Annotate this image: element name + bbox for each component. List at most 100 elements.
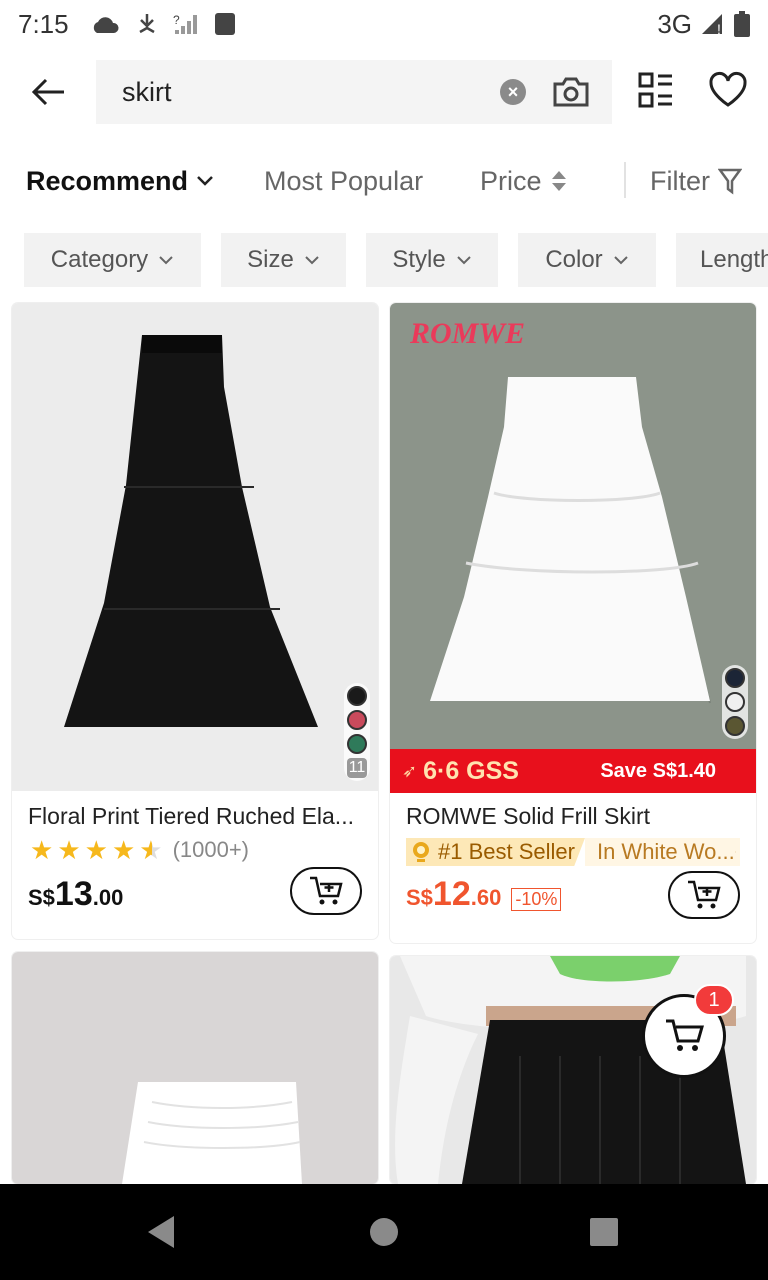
signal-icon: ! xyxy=(702,14,722,36)
signal-unknown-icon: ? xyxy=(173,13,197,34)
price-int: 12 xyxy=(432,875,471,913)
promo-banner: ➶ 6·6 GSS Save S$1.40 xyxy=(390,749,756,793)
list-view-icon[interactable] xyxy=(638,70,674,110)
swatch[interactable] xyxy=(347,734,367,754)
search-query[interactable]: skirt xyxy=(122,77,500,108)
sort-arrows-icon xyxy=(551,171,566,191)
system-nav-bar xyxy=(0,1184,768,1280)
swatch[interactable] xyxy=(725,668,745,688)
sort-bar: Recommend Most Popular Price Filter xyxy=(0,150,768,212)
swatch[interactable] xyxy=(725,692,745,712)
skirt-image xyxy=(430,377,711,704)
swatch[interactable] xyxy=(725,716,745,736)
trophy-icon xyxy=(413,842,429,862)
chevron-down-icon xyxy=(456,256,471,265)
search-header: skirt × xyxy=(0,56,768,128)
sim-card-icon xyxy=(214,13,235,35)
half-star-icon: ★ xyxy=(139,835,163,865)
nav-home-icon[interactable] xyxy=(368,1216,400,1248)
nav-back-icon[interactable] xyxy=(144,1214,178,1250)
product-title[interactable]: ROMWE Solid Frill Skirt xyxy=(406,803,742,830)
clear-search-button[interactable]: × xyxy=(500,79,526,105)
star-icon: ★ xyxy=(30,835,54,865)
add-to-cart-button[interactable] xyxy=(290,867,362,915)
status-bar: 7:15 ? 3G ! xyxy=(0,0,768,48)
filter-button[interactable]: Filter xyxy=(650,166,742,197)
chevron-down-icon xyxy=(305,256,319,265)
best-seller-badge[interactable]: #1 Best Seller In White Wo... xyxy=(406,837,740,867)
skirt-image xyxy=(64,335,318,727)
camera-icon[interactable] xyxy=(552,76,590,108)
divider xyxy=(624,162,626,198)
price-dec: .60 xyxy=(470,885,502,910)
star-icon: ★ xyxy=(84,835,108,865)
color-swatches[interactable]: 11 xyxy=(344,683,370,781)
chevron-down-icon xyxy=(613,256,628,265)
status-time: 7:15 xyxy=(18,8,69,39)
nav-recents-icon[interactable] xyxy=(588,1216,620,1248)
heart-icon[interactable] xyxy=(708,70,748,110)
cart-count-badge: 1 xyxy=(694,984,734,1016)
product-title[interactable]: Floral Print Tiered Ruched Ela... xyxy=(28,803,364,830)
sort-price-label: Price xyxy=(480,165,542,196)
add-cart-icon xyxy=(688,880,721,909)
filter-chips: Category Size Style Color Length xyxy=(0,233,768,287)
product-card[interactable]: 11 Floral Print Tiered Ruched Ela... ★ ★… xyxy=(12,303,378,939)
chip-size[interactable]: Size xyxy=(221,233,346,287)
chip-label: Category xyxy=(50,246,149,273)
promo-savings: Save S$1.40 xyxy=(600,759,716,782)
price-int: 13 xyxy=(54,875,93,913)
brand-logo: ROMWE xyxy=(410,317,526,350)
product-image[interactable]: ROMWE xyxy=(390,303,756,749)
rating: ★ ★ ★ ★ ★ (1000+) xyxy=(30,837,249,863)
search-input[interactable]: skirt × xyxy=(96,60,612,124)
svg-text:!: ! xyxy=(717,21,721,36)
sort-most-popular[interactable]: Most Popular xyxy=(264,166,423,197)
add-cart-icon xyxy=(310,876,343,905)
battery-icon xyxy=(734,11,750,37)
filter-label: Filter xyxy=(650,165,710,196)
chip-label: Color xyxy=(545,246,603,273)
funnel-icon xyxy=(718,168,742,195)
chip-style[interactable]: Style xyxy=(366,233,498,287)
chevron-down-icon xyxy=(197,176,213,186)
chip-category[interactable]: Category xyxy=(24,233,201,287)
product-image[interactable] xyxy=(12,303,378,791)
network-type: 3G xyxy=(657,8,692,39)
chip-label: Size xyxy=(247,246,294,273)
sort-most-popular-label: Most Popular xyxy=(264,165,424,196)
chip-label: Length xyxy=(700,246,768,273)
product-image[interactable] xyxy=(12,952,378,1184)
product-card[interactable]: ROMWE ➶ 6·6 GSS Save S$1.40 ROMWE Solid … xyxy=(390,303,756,943)
svg-text:?: ? xyxy=(173,13,180,27)
back-button[interactable] xyxy=(0,56,96,128)
flash-icon: ➶ xyxy=(402,760,418,781)
star-icon: ★ xyxy=(111,835,136,865)
promo-event: 6·6 GSS xyxy=(423,756,519,785)
sort-recommend[interactable]: Recommend xyxy=(26,166,214,197)
arrow-left-icon xyxy=(31,78,64,106)
add-to-cart-button[interactable] xyxy=(668,871,740,919)
product-card[interactable] xyxy=(12,952,378,1184)
chevron-right-icon xyxy=(734,851,736,853)
data-saver-icon xyxy=(138,14,155,34)
swatch[interactable] xyxy=(347,710,367,730)
chip-label: Style xyxy=(392,246,446,273)
currency: S$ xyxy=(406,885,433,910)
discount-badge: -10% xyxy=(511,888,562,911)
swatch[interactable] xyxy=(347,686,367,706)
chip-length[interactable]: Length xyxy=(676,233,768,287)
color-swatches[interactable] xyxy=(722,665,748,739)
price-dec: .00 xyxy=(92,885,124,910)
sort-recommend-label: Recommend xyxy=(26,165,189,196)
sort-price[interactable]: Price xyxy=(480,166,568,197)
review-count: (1000+) xyxy=(172,837,250,862)
chip-color[interactable]: Color xyxy=(518,233,656,287)
color-count: 11 xyxy=(346,758,368,778)
product-price: S$13.00 xyxy=(28,875,123,914)
star-icon: ★ xyxy=(57,835,81,865)
currency: S$ xyxy=(28,885,55,910)
badge-text: #1 Best Seller xyxy=(438,839,575,864)
skirt-image xyxy=(122,1082,302,1184)
product-price: S$ 12.60 -10% xyxy=(406,875,562,914)
